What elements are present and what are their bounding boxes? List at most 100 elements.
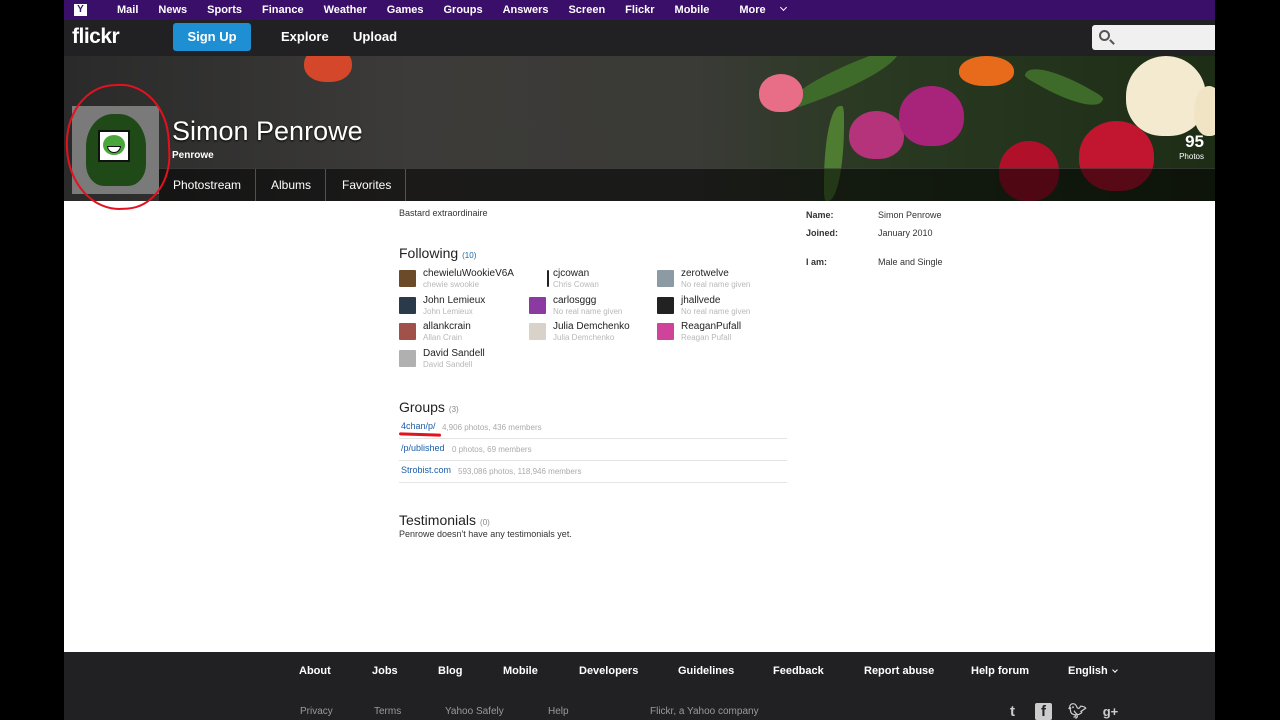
- buddy-icon[interactable]: [657, 270, 674, 287]
- sign-up-button[interactable]: Sign Up: [173, 23, 251, 51]
- yahoo-link-games[interactable]: Games: [387, 0, 424, 20]
- following-item[interactable]: John Lemieux John Lemieux: [399, 295, 524, 319]
- yahoo-link-sports[interactable]: Sports: [207, 0, 242, 20]
- tab-photostream[interactable]: Photostream: [159, 169, 257, 201]
- following-username[interactable]: John Lemieux: [423, 295, 485, 306]
- buddy-icon[interactable]: [399, 323, 416, 340]
- buddy-icon[interactable]: [529, 296, 546, 314]
- following-username[interactable]: Julia Demchenko: [553, 321, 630, 332]
- buddy-icon[interactable]: [529, 323, 546, 340]
- meta-name-label: Name:: [806, 210, 834, 220]
- yahoo-link-groups[interactable]: Groups: [443, 0, 482, 20]
- footer-link-about[interactable]: About: [299, 665, 331, 677]
- following-username[interactable]: carlosggg: [553, 295, 596, 306]
- following-realname: Chris Cowan: [553, 280, 599, 289]
- following-item[interactable]: Julia Demchenko Julia Demchenko: [529, 321, 654, 345]
- following-username[interactable]: allankcrain: [423, 321, 471, 332]
- following-item[interactable]: allankcrain Allan Crain: [399, 321, 524, 345]
- yahoo-link-flickr[interactable]: Flickr: [625, 0, 654, 20]
- following-item[interactable]: zerotwelve No real name given: [657, 268, 782, 292]
- buddy-icon[interactable]: [547, 270, 549, 287]
- buddy-icon[interactable]: [657, 323, 674, 340]
- yahoo-link-screen[interactable]: Screen: [568, 0, 605, 20]
- facebook-icon[interactable]: f: [1035, 703, 1052, 720]
- yahoo-logo-icon[interactable]: Y: [74, 4, 87, 16]
- footer-link-mobile[interactable]: Mobile: [503, 665, 538, 677]
- yahoo-link-mobile[interactable]: Mobile: [675, 0, 710, 20]
- footer-link-developers[interactable]: Developers: [579, 665, 638, 677]
- meta-name-value: Simon Penrowe: [878, 210, 942, 220]
- footer-link-jobs[interactable]: Jobs: [372, 665, 398, 677]
- yahoo-link-answers[interactable]: Answers: [503, 0, 549, 20]
- cover-flower: [304, 56, 352, 82]
- language-selector[interactable]: English: [1068, 665, 1118, 677]
- group-link[interactable]: /p/ublished: [401, 443, 445, 453]
- following-username[interactable]: zerotwelve: [681, 268, 729, 279]
- chevron-down-icon: [1111, 667, 1118, 673]
- following-username[interactable]: David Sandell: [423, 348, 485, 359]
- upload-link[interactable]: Upload: [353, 29, 397, 44]
- following-item[interactable]: chewieluWookieV6A chewie swookie: [399, 268, 524, 292]
- more-label: More: [739, 4, 766, 16]
- tab-favorites[interactable]: Favorites: [328, 169, 407, 201]
- group-stats: 4,906 photos, 436 members: [442, 423, 542, 432]
- flickr-header: flickr Sign Up Explore Upload: [64, 20, 1215, 56]
- profile-username: Penrowe: [172, 150, 214, 161]
- yahoo-link-mail[interactable]: Mail: [117, 0, 138, 20]
- following-realname: No real name given: [681, 306, 751, 316]
- buddy-icon[interactable]: [399, 270, 416, 287]
- yahoo-link-news[interactable]: News: [158, 0, 187, 20]
- following-item[interactable]: David Sandell David Sandell: [399, 348, 524, 372]
- footer-link-terms[interactable]: Terms: [374, 706, 401, 717]
- following-title-text: Following: [399, 245, 459, 261]
- meta-joined-label: Joined:: [806, 228, 839, 238]
- footer-link-help-forum[interactable]: Help forum: [971, 665, 1029, 677]
- footer-link-feedback[interactable]: Feedback: [773, 665, 824, 677]
- group-link[interactable]: 4chan/p/: [401, 421, 436, 431]
- groups-count: (3): [448, 405, 459, 414]
- following-username[interactable]: cjcowan: [553, 268, 589, 279]
- photo-count[interactable]: 95: [1174, 132, 1204, 152]
- following-item[interactable]: jhallvede No real name given: [657, 295, 782, 319]
- following-realname: Allan Crain: [423, 333, 463, 342]
- following-item[interactable]: cjcowan Chris Cowan: [529, 268, 654, 292]
- tab-albums[interactable]: Albums: [257, 169, 327, 201]
- following-realname: chewie swookie: [423, 280, 480, 289]
- groups-title: Groups (3): [399, 399, 459, 415]
- meta-joined-value: January 2010: [878, 228, 933, 238]
- cover-flower: [959, 56, 1014, 86]
- following-realname: Julia Demchenko: [553, 333, 615, 342]
- profile-name: Simon Penrowe: [172, 116, 363, 146]
- google-plus-icon[interactable]: g+: [1102, 703, 1119, 720]
- cover-flower: [849, 111, 904, 159]
- following-item[interactable]: ReaganPufall Reagan Pufall: [657, 321, 782, 345]
- footer-link-blog[interactable]: Blog: [438, 665, 462, 677]
- following-count[interactable]: (10): [462, 251, 476, 260]
- explore-link[interactable]: Explore: [281, 29, 329, 44]
- footer-link-help[interactable]: Help: [548, 706, 569, 717]
- footer-link-report-abuse[interactable]: Report abuse: [864, 665, 934, 677]
- group-link[interactable]: Strobist.com: [401, 465, 451, 475]
- following-username[interactable]: chewieluWookieV6A: [423, 268, 514, 279]
- footer-link-privacy[interactable]: Privacy: [300, 706, 333, 717]
- following-username[interactable]: ReaganPufall: [681, 321, 741, 332]
- testimonials-empty-text: Penrowe doesn't have any testimonials ye…: [399, 529, 572, 539]
- following-item[interactable]: carlosggg No real name given: [529, 295, 654, 319]
- yahoo-bar: Y Mail News Sports Finance Weather Games…: [64, 0, 1215, 20]
- tumblr-icon[interactable]: t: [1004, 703, 1021, 720]
- search-input[interactable]: [1092, 25, 1215, 50]
- following-username[interactable]: jhallvede: [681, 295, 720, 306]
- meta-iam-label: I am:: [806, 257, 828, 267]
- footer-link-yahoo-safely[interactable]: Yahoo Safely: [445, 706, 504, 717]
- flickr-logo[interactable]: flickr: [72, 25, 120, 49]
- group-stats: 593,086 photos, 118,946 members: [458, 467, 582, 476]
- buddy-icon[interactable]: [657, 296, 674, 314]
- twitter-icon[interactable]: 🐦︎: [1068, 703, 1087, 720]
- yahoo-link-finance[interactable]: Finance: [262, 0, 304, 20]
- buddy-icon[interactable]: [399, 296, 416, 314]
- cover-leaf: [1023, 57, 1105, 117]
- yahoo-more-menu[interactable]: More: [729, 0, 787, 20]
- yahoo-link-weather[interactable]: Weather: [324, 0, 367, 20]
- buddy-icon[interactable]: [399, 349, 416, 367]
- footer-link-guidelines[interactable]: Guidelines: [678, 665, 734, 677]
